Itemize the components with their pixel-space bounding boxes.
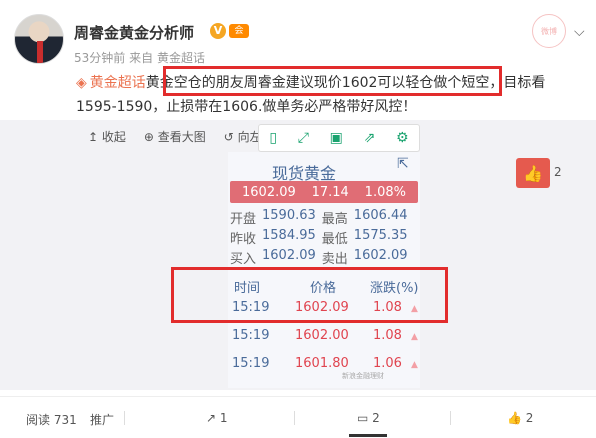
- like-count: 2: [525, 411, 534, 425]
- buy-label: 买入: [230, 252, 257, 267]
- open-label: 开盘: [230, 212, 257, 227]
- member-badge-icon: 会: [229, 24, 249, 38]
- phone-icon[interactable]: ▯: [269, 130, 277, 146]
- divider: [124, 411, 125, 425]
- row-change: 1.06: [373, 356, 402, 371]
- rotate-left-button[interactable]: ↺ 向左: [224, 128, 262, 145]
- repost-count: 1: [219, 411, 228, 425]
- sell-value: 1602.09: [353, 248, 408, 263]
- prev-value: 1584.95: [262, 228, 316, 243]
- price-change: 17.14: [311, 184, 349, 200]
- repost-icon: ↗: [206, 411, 217, 425]
- repost-button[interactable]: ↗ 1: [206, 411, 228, 425]
- highlight-box: [163, 66, 502, 96]
- row-price: 1601.80: [295, 356, 349, 371]
- row-change: 1.08: [373, 328, 402, 343]
- comment-icon: ▭: [357, 411, 369, 425]
- post-time[interactable]: 53分钟前: [74, 51, 125, 65]
- price-change-pct: 1.08%: [364, 184, 406, 200]
- highlight-box: [171, 267, 448, 323]
- share-icon[interactable]: ⇗: [364, 130, 376, 146]
- thumbs-up-icon: 👍: [523, 163, 543, 183]
- quote-row-buy: 买入 1602.09 卖出 1602.09: [230, 248, 408, 267]
- view-large-button[interactable]: ⊕ 查看大图: [144, 128, 206, 145]
- prev-label: 昨收: [230, 232, 257, 247]
- row-time: 15:19: [232, 328, 270, 343]
- image-toolbar: ▯ ⤢ ▣ ⇗ ⚙: [258, 124, 420, 152]
- comment-count: 2: [372, 411, 380, 425]
- current-price: 1602.09: [242, 184, 296, 200]
- like-float-button[interactable]: 👍: [516, 158, 550, 188]
- avatar[interactable]: [14, 14, 64, 64]
- price-bar: 1602.09 17.14 1.08%: [230, 181, 418, 203]
- verified-badge-icon: V: [210, 23, 226, 39]
- topic-link[interactable]: 黄金超话: [90, 75, 146, 91]
- chevron-down-icon[interactable]: ⌵: [574, 24, 585, 40]
- active-tab-indicator: [349, 434, 387, 437]
- exit-icon[interactable]: ⇱: [397, 156, 409, 172]
- post-footer: 阅读 731 推广 ↗ 1 ▭ 2 👍 2: [0, 396, 596, 438]
- row-time: 15:19: [232, 356, 270, 371]
- promote-button[interactable]: 推广: [90, 411, 114, 428]
- topic-icon: ◈: [76, 75, 87, 91]
- from-label: 来自: [129, 51, 154, 65]
- high-label: 最高: [321, 212, 348, 227]
- post-header: 周睿金黄金分析师 V 会 53分钟前 来自 黄金超话 微博 ⌵: [14, 14, 585, 70]
- row-price: 1602.00: [295, 328, 349, 343]
- quote-row-open: 开盘 1590.63 最高 1606.44: [230, 208, 408, 227]
- divider: [450, 411, 451, 425]
- username[interactable]: 周睿金黄金分析师: [74, 22, 194, 43]
- stamp-icon: 微博: [532, 14, 566, 48]
- media-actions: ↥ 收起 ⊕ 查看大图 ↺ 向左: [88, 128, 262, 145]
- buy-value: 1602.09: [262, 248, 316, 263]
- quote-row-prev: 昨收 1584.95 最低 1575.35: [230, 228, 408, 247]
- post-source[interactable]: 黄金超话: [157, 51, 205, 65]
- comment-button[interactable]: ▭ 2: [357, 411, 380, 425]
- open-value: 1590.63: [262, 208, 316, 223]
- read-count: 阅读 731: [26, 413, 77, 427]
- settings-icon[interactable]: ⚙: [396, 130, 409, 146]
- sell-label: 卖出: [321, 252, 348, 267]
- collapse-button[interactable]: ↥ 收起: [88, 128, 126, 145]
- up-arrow-icon: ▲: [411, 332, 418, 342]
- low-label: 最低: [321, 232, 348, 247]
- low-value: 1575.35: [353, 228, 408, 243]
- save-icon[interactable]: ▣: [330, 130, 343, 146]
- thumbs-up-icon: 👍: [507, 411, 522, 425]
- up-arrow-icon: ▲: [411, 360, 418, 370]
- post-meta: 53分钟前 来自 黄金超话: [74, 49, 205, 66]
- divider: [294, 411, 295, 425]
- like-button[interactable]: 👍 2: [507, 411, 533, 425]
- expand-icon[interactable]: ⤢: [298, 130, 309, 146]
- watermark: 新浪金融理财: [342, 372, 384, 380]
- high-value: 1606.44: [353, 208, 408, 223]
- like-float-count: 2: [554, 165, 562, 179]
